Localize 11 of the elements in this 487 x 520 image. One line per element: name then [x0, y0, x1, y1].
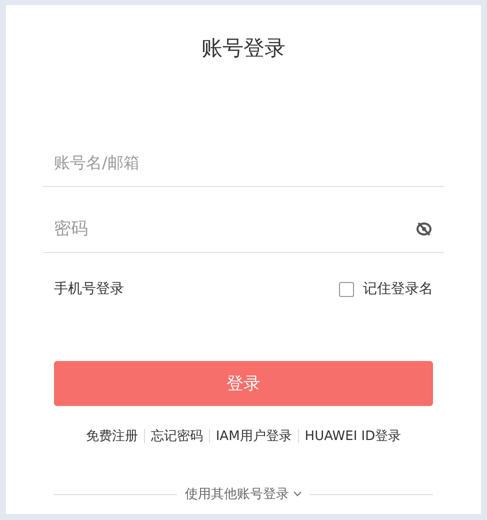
other-login-dropdown[interactable]: 使用其他账号登录 — [185, 485, 302, 503]
remember-label: 记住登录名 — [363, 280, 433, 298]
footer-link[interactable]: 免费注册 — [86, 427, 138, 445]
remember-checkbox[interactable] — [339, 282, 354, 296]
chevron-down-icon — [293, 491, 302, 497]
phone-login-link[interactable]: 手机号登录 — [54, 280, 124, 298]
footer-link[interactable]: 忘记密码 — [150, 427, 203, 445]
hidden-eye-icon[interactable] — [415, 220, 433, 238]
footer-link[interactable]: IAM用户登录 — [216, 427, 292, 445]
footer-link[interactable]: HUAWEI ID登录 — [304, 427, 402, 445]
form-title: 账号登录 — [200, 35, 286, 62]
